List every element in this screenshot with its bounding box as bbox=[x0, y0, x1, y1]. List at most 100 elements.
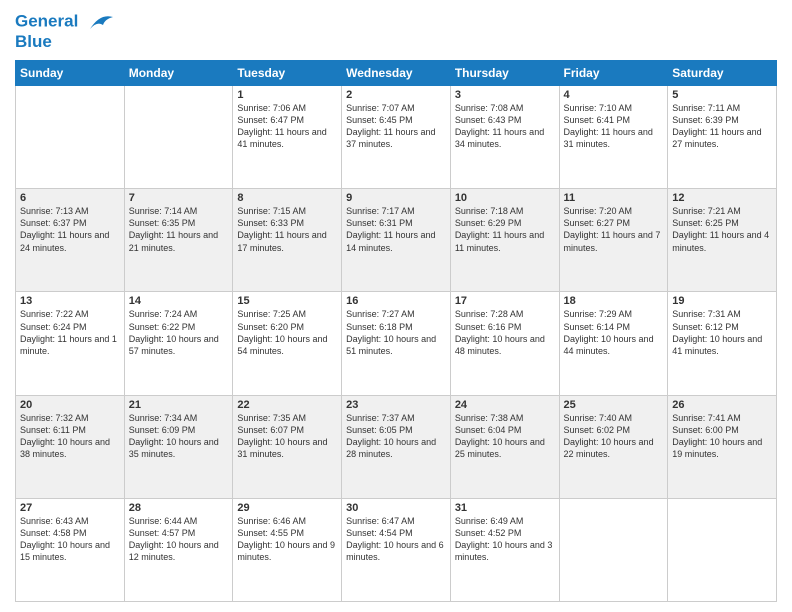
cell-info: Sunrise: 7:35 AMSunset: 6:07 PMDaylight:… bbox=[237, 412, 337, 461]
calendar-cell: 20Sunrise: 7:32 AMSunset: 6:11 PMDayligh… bbox=[16, 395, 125, 498]
calendar-cell: 3Sunrise: 7:08 AMSunset: 6:43 PMDaylight… bbox=[450, 86, 559, 189]
day-number: 25 bbox=[564, 399, 664, 411]
day-header-sunday: Sunday bbox=[16, 61, 125, 86]
calendar-cell: 17Sunrise: 7:28 AMSunset: 6:16 PMDayligh… bbox=[450, 292, 559, 395]
day-header-monday: Monday bbox=[124, 61, 233, 86]
day-number: 18 bbox=[564, 295, 664, 307]
calendar-cell: 8Sunrise: 7:15 AMSunset: 6:33 PMDaylight… bbox=[233, 189, 342, 292]
calendar-week-row: 20Sunrise: 7:32 AMSunset: 6:11 PMDayligh… bbox=[16, 395, 777, 498]
page: General Blue SundayMondayTuesdayWednesda… bbox=[0, 0, 792, 612]
cell-info: Sunrise: 7:14 AMSunset: 6:35 PMDaylight:… bbox=[129, 205, 229, 254]
cell-info: Sunrise: 7:40 AMSunset: 6:02 PMDaylight:… bbox=[564, 412, 664, 461]
cell-info: Sunrise: 7:18 AMSunset: 6:29 PMDaylight:… bbox=[455, 205, 555, 254]
logo: General Blue bbox=[15, 10, 115, 52]
calendar-cell: 21Sunrise: 7:34 AMSunset: 6:09 PMDayligh… bbox=[124, 395, 233, 498]
day-number: 28 bbox=[129, 502, 229, 514]
calendar-cell: 31Sunrise: 6:49 AMSunset: 4:52 PMDayligh… bbox=[450, 498, 559, 601]
day-number: 27 bbox=[20, 502, 120, 514]
day-header-thursday: Thursday bbox=[450, 61, 559, 86]
calendar-cell: 18Sunrise: 7:29 AMSunset: 6:14 PMDayligh… bbox=[559, 292, 668, 395]
calendar-cell: 13Sunrise: 7:22 AMSunset: 6:24 PMDayligh… bbox=[16, 292, 125, 395]
calendar-cell: 11Sunrise: 7:20 AMSunset: 6:27 PMDayligh… bbox=[559, 189, 668, 292]
calendar-cell: 30Sunrise: 6:47 AMSunset: 4:54 PMDayligh… bbox=[342, 498, 451, 601]
day-number: 11 bbox=[564, 192, 664, 204]
cell-info: Sunrise: 7:31 AMSunset: 6:12 PMDaylight:… bbox=[672, 308, 772, 357]
calendar-cell: 6Sunrise: 7:13 AMSunset: 6:37 PMDaylight… bbox=[16, 189, 125, 292]
calendar-cell: 27Sunrise: 6:43 AMSunset: 4:58 PMDayligh… bbox=[16, 498, 125, 601]
day-number: 23 bbox=[346, 399, 446, 411]
day-number: 8 bbox=[237, 192, 337, 204]
cell-info: Sunrise: 7:41 AMSunset: 6:00 PMDaylight:… bbox=[672, 412, 772, 461]
cell-info: Sunrise: 7:06 AMSunset: 6:47 PMDaylight:… bbox=[237, 102, 337, 151]
day-number: 1 bbox=[237, 89, 337, 101]
calendar-cell bbox=[668, 498, 777, 601]
calendar-cell: 15Sunrise: 7:25 AMSunset: 6:20 PMDayligh… bbox=[233, 292, 342, 395]
day-header-wednesday: Wednesday bbox=[342, 61, 451, 86]
cell-info: Sunrise: 6:46 AMSunset: 4:55 PMDaylight:… bbox=[237, 515, 337, 564]
day-number: 14 bbox=[129, 295, 229, 307]
day-number: 12 bbox=[672, 192, 772, 204]
calendar-cell: 1Sunrise: 7:06 AMSunset: 6:47 PMDaylight… bbox=[233, 86, 342, 189]
day-number: 31 bbox=[455, 502, 555, 514]
day-number: 19 bbox=[672, 295, 772, 307]
cell-info: Sunrise: 7:29 AMSunset: 6:14 PMDaylight:… bbox=[564, 308, 664, 357]
day-number: 16 bbox=[346, 295, 446, 307]
day-number: 24 bbox=[455, 399, 555, 411]
header: General Blue bbox=[15, 10, 777, 52]
calendar-table: SundayMondayTuesdayWednesdayThursdayFrid… bbox=[15, 60, 777, 602]
calendar-cell: 29Sunrise: 6:46 AMSunset: 4:55 PMDayligh… bbox=[233, 498, 342, 601]
calendar-cell: 25Sunrise: 7:40 AMSunset: 6:02 PMDayligh… bbox=[559, 395, 668, 498]
calendar-cell bbox=[16, 86, 125, 189]
cell-info: Sunrise: 7:21 AMSunset: 6:25 PMDaylight:… bbox=[672, 205, 772, 254]
calendar-week-row: 6Sunrise: 7:13 AMSunset: 6:37 PMDaylight… bbox=[16, 189, 777, 292]
cell-info: Sunrise: 7:08 AMSunset: 6:43 PMDaylight:… bbox=[455, 102, 555, 151]
cell-info: Sunrise: 6:43 AMSunset: 4:58 PMDaylight:… bbox=[20, 515, 120, 564]
day-number: 15 bbox=[237, 295, 337, 307]
cell-info: Sunrise: 7:15 AMSunset: 6:33 PMDaylight:… bbox=[237, 205, 337, 254]
cell-info: Sunrise: 6:49 AMSunset: 4:52 PMDaylight:… bbox=[455, 515, 555, 564]
cell-info: Sunrise: 7:28 AMSunset: 6:16 PMDaylight:… bbox=[455, 308, 555, 357]
day-number: 22 bbox=[237, 399, 337, 411]
calendar-cell: 10Sunrise: 7:18 AMSunset: 6:29 PMDayligh… bbox=[450, 189, 559, 292]
calendar-cell bbox=[559, 498, 668, 601]
day-number: 10 bbox=[455, 192, 555, 204]
calendar-cell: 14Sunrise: 7:24 AMSunset: 6:22 PMDayligh… bbox=[124, 292, 233, 395]
calendar-cell: 24Sunrise: 7:38 AMSunset: 6:04 PMDayligh… bbox=[450, 395, 559, 498]
logo-blue: Blue bbox=[15, 32, 115, 52]
calendar-cell: 9Sunrise: 7:17 AMSunset: 6:31 PMDaylight… bbox=[342, 189, 451, 292]
cell-info: Sunrise: 7:37 AMSunset: 6:05 PMDaylight:… bbox=[346, 412, 446, 461]
calendar-cell: 19Sunrise: 7:31 AMSunset: 6:12 PMDayligh… bbox=[668, 292, 777, 395]
cell-info: Sunrise: 7:07 AMSunset: 6:45 PMDaylight:… bbox=[346, 102, 446, 151]
calendar-header-row: SundayMondayTuesdayWednesdayThursdayFrid… bbox=[16, 61, 777, 86]
cell-info: Sunrise: 6:44 AMSunset: 4:57 PMDaylight:… bbox=[129, 515, 229, 564]
day-header-tuesday: Tuesday bbox=[233, 61, 342, 86]
calendar-cell: 2Sunrise: 7:07 AMSunset: 6:45 PMDaylight… bbox=[342, 86, 451, 189]
logo-bird-icon bbox=[85, 10, 115, 34]
day-number: 6 bbox=[20, 192, 120, 204]
cell-info: Sunrise: 7:20 AMSunset: 6:27 PMDaylight:… bbox=[564, 205, 664, 254]
calendar-cell: 12Sunrise: 7:21 AMSunset: 6:25 PMDayligh… bbox=[668, 189, 777, 292]
cell-info: Sunrise: 6:47 AMSunset: 4:54 PMDaylight:… bbox=[346, 515, 446, 564]
day-number: 20 bbox=[20, 399, 120, 411]
cell-info: Sunrise: 7:27 AMSunset: 6:18 PMDaylight:… bbox=[346, 308, 446, 357]
calendar-cell: 7Sunrise: 7:14 AMSunset: 6:35 PMDaylight… bbox=[124, 189, 233, 292]
day-number: 17 bbox=[455, 295, 555, 307]
calendar-cell: 26Sunrise: 7:41 AMSunset: 6:00 PMDayligh… bbox=[668, 395, 777, 498]
logo-text: General bbox=[15, 10, 115, 34]
cell-info: Sunrise: 7:34 AMSunset: 6:09 PMDaylight:… bbox=[129, 412, 229, 461]
day-number: 2 bbox=[346, 89, 446, 101]
day-number: 30 bbox=[346, 502, 446, 514]
day-number: 13 bbox=[20, 295, 120, 307]
cell-info: Sunrise: 7:17 AMSunset: 6:31 PMDaylight:… bbox=[346, 205, 446, 254]
cell-info: Sunrise: 7:25 AMSunset: 6:20 PMDaylight:… bbox=[237, 308, 337, 357]
calendar-cell bbox=[124, 86, 233, 189]
day-number: 29 bbox=[237, 502, 337, 514]
calendar-cell: 16Sunrise: 7:27 AMSunset: 6:18 PMDayligh… bbox=[342, 292, 451, 395]
cell-info: Sunrise: 7:13 AMSunset: 6:37 PMDaylight:… bbox=[20, 205, 120, 254]
day-header-saturday: Saturday bbox=[668, 61, 777, 86]
day-number: 7 bbox=[129, 192, 229, 204]
cell-info: Sunrise: 7:10 AMSunset: 6:41 PMDaylight:… bbox=[564, 102, 664, 151]
calendar-cell: 23Sunrise: 7:37 AMSunset: 6:05 PMDayligh… bbox=[342, 395, 451, 498]
day-number: 5 bbox=[672, 89, 772, 101]
calendar-cell: 5Sunrise: 7:11 AMSunset: 6:39 PMDaylight… bbox=[668, 86, 777, 189]
